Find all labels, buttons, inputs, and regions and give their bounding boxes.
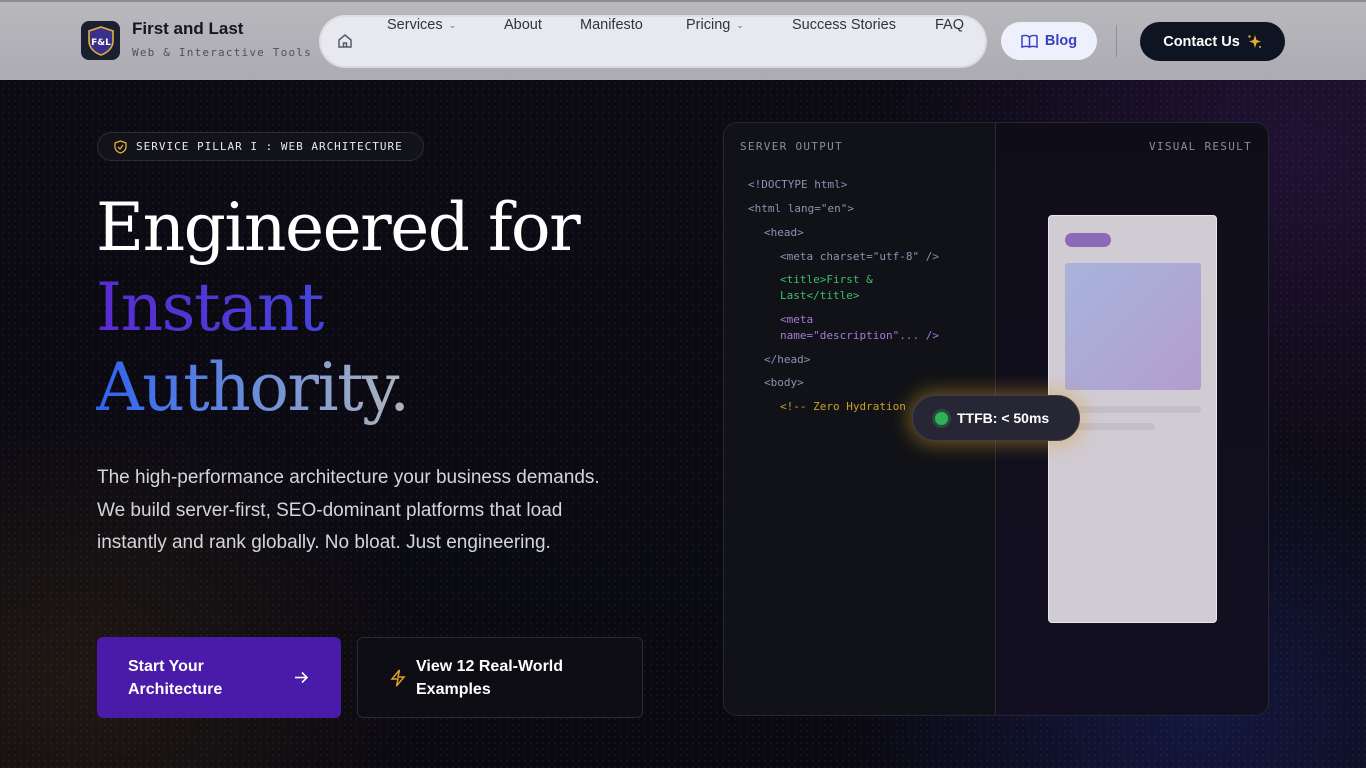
code-line: <meta: [780, 313, 814, 326]
code-line: </head>: [764, 353, 811, 366]
site-header: F&L First and Last Web & Interactive Too…: [0, 0, 1366, 80]
mock-text-line: [1065, 406, 1201, 413]
hero-description: The high-performance architecture your b…: [97, 467, 600, 553]
nav-item-pricing[interactable]: Pricing ⌄: [686, 17, 744, 33]
hero-title-line2: Instant: [96, 268, 579, 348]
nav-label: Services: [387, 17, 443, 33]
code-line: <body>: [764, 376, 804, 389]
cta-primary-label: Start Your Architecture: [128, 655, 222, 701]
code-line: <meta charset="utf-8" />: [780, 250, 939, 263]
nav-label: FAQ: [935, 17, 965, 33]
ttfb-text: TTFB: < 50ms: [957, 410, 1050, 426]
arrow-right-icon: [295, 671, 309, 684]
service-badge: SERVICE PILLAR I : WEB ARCHITECTURE: [97, 132, 424, 161]
book-icon: [1021, 34, 1038, 48]
brand-logo[interactable]: F&L: [81, 21, 120, 60]
shield-check-icon: [114, 139, 127, 154]
hero-title: Engineered for Instant Authority.: [96, 188, 581, 428]
cta-primary-line2: Architecture: [128, 680, 223, 698]
server-output-label: SERVER OUTPUT: [740, 140, 843, 153]
mock-tag: [1065, 233, 1111, 247]
contact-button[interactable]: Contact Us: [1140, 22, 1285, 61]
status-dot-icon: [935, 411, 948, 425]
badge-text: SERVICE PILLAR I : WEB ARCHITECTURE: [136, 140, 403, 153]
code-line: Last</title>: [780, 289, 860, 302]
cta-secondary-label: View 12 Real-World Examples: [416, 655, 563, 701]
home-icon[interactable]: [337, 33, 353, 54]
chevron-down-icon: ⌄: [736, 19, 744, 30]
nav-label: About: [504, 17, 542, 33]
nav-item-faq[interactable]: FAQ: [935, 17, 964, 33]
code-line: <title>First &: [780, 273, 873, 286]
brand-tagline: Web & Interactive Tools: [132, 46, 312, 59]
ttfb-badge: TTFB: < 50ms: [912, 395, 1080, 441]
lightning-icon: [390, 669, 406, 686]
hero-title-line3: Authority.: [96, 348, 579, 428]
chevron-down-icon: ⌄: [448, 19, 457, 30]
sparkle-icon: [1248, 35, 1261, 48]
nav-label: Success Stories: [792, 17, 896, 33]
cta-primary-line1: Start Your: [128, 657, 204, 675]
nav-item-success-stories[interactable]: Success Stories: [792, 17, 896, 33]
nav-item-about[interactable]: About: [504, 17, 542, 33]
svg-text:F&L: F&L: [91, 38, 111, 48]
logo-shield-icon: F&L: [87, 25, 114, 56]
brand-name[interactable]: First and Last: [132, 19, 243, 39]
visual-result-label: VISUAL RESULT: [1149, 140, 1252, 153]
code-line: <html lang="en">: [748, 202, 854, 215]
nav-item-services[interactable]: Services ⌄: [387, 17, 456, 33]
mock-image: [1065, 263, 1201, 390]
blog-label: Blog: [1044, 33, 1078, 49]
code-line: <!DOCTYPE html>: [748, 178, 848, 191]
contact-label: Contact Us: [1163, 33, 1240, 50]
nav-item-manifesto[interactable]: Manifesto: [580, 17, 643, 33]
blog-button[interactable]: Blog: [1001, 22, 1097, 60]
cta-secondary-line1: View 12 Real-World: [416, 657, 564, 675]
hero-title-line1: Engineered for: [96, 189, 581, 266]
header-divider: [1116, 25, 1117, 57]
code-line: <!-- Zero Hydration: [780, 400, 906, 413]
nav-label: Pricing: [686, 17, 731, 33]
cta-secondary-line2: Examples: [416, 680, 491, 698]
code-line: name="description"... />: [780, 329, 939, 342]
view-examples-button[interactable]: View 12 Real-World Examples: [357, 637, 643, 718]
start-architecture-button[interactable]: Start Your Architecture: [97, 637, 341, 718]
code-line: <head>: [764, 226, 804, 239]
nav-label: Manifesto: [580, 17, 643, 33]
